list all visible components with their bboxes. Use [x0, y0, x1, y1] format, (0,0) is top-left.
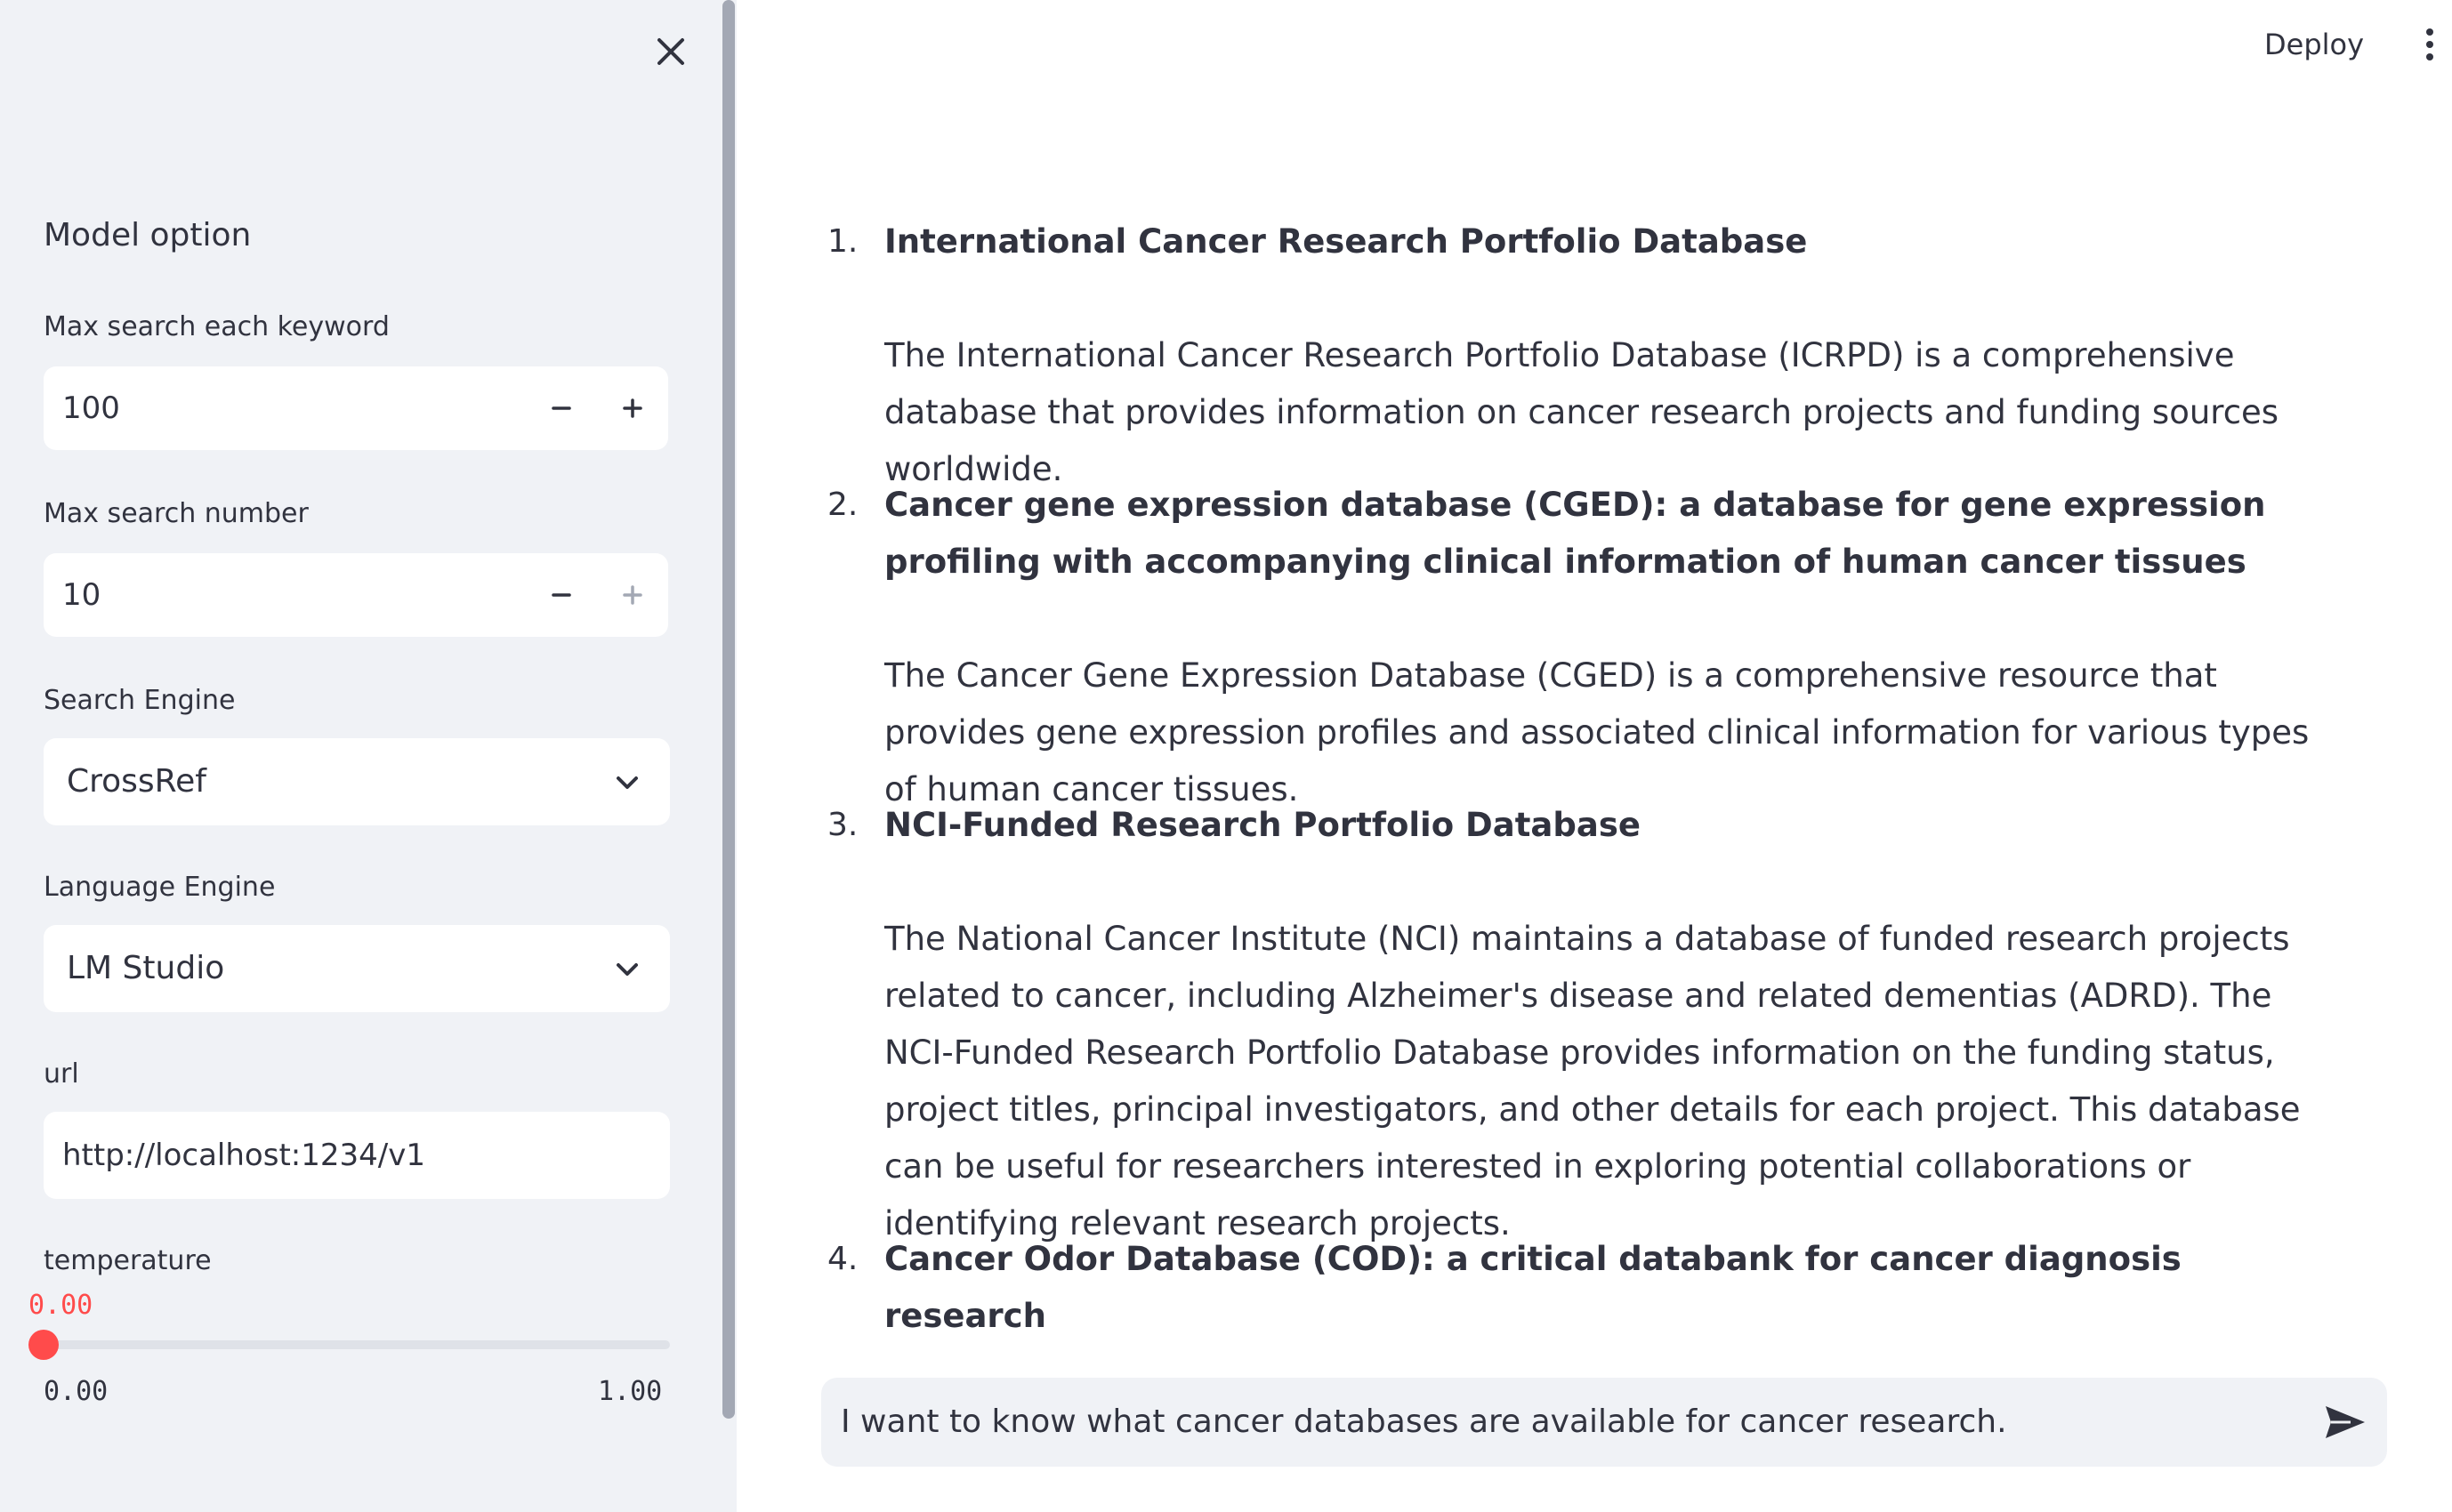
language-engine-value: LM Studio — [67, 950, 225, 986]
url-value: http://localhost:1234/v1 — [62, 1138, 425, 1173]
menu-dot-icon — [2426, 28, 2433, 36]
search-engine-value: CrossRef — [67, 763, 206, 800]
max-search-keyword-label: Max search each keyword — [44, 311, 390, 342]
list-item-description: The Cancer Gene Expression Database (CGE… — [884, 656, 2310, 808]
url-label: url — [44, 1058, 79, 1090]
max-search-number-value: 10 — [62, 577, 101, 613]
max-search-number-label: Max search number — [44, 498, 309, 529]
close-icon — [657, 38, 684, 65]
deploy-button[interactable]: Deploy — [2264, 20, 2364, 69]
chevron-down-icon — [617, 963, 638, 976]
max-search-keyword-increment-button[interactable] — [597, 366, 668, 450]
close-sidebar-button[interactable] — [646, 27, 696, 76]
language-engine-label: Language Engine — [44, 872, 276, 903]
plus-icon — [623, 398, 642, 418]
menu-dot-icon — [2426, 41, 2433, 48]
list-item-title: Cancer Odor Database (COD): a critical d… — [884, 1240, 2182, 1335]
list-item-description: The International Cancer Research Portfo… — [884, 336, 2279, 488]
language-engine-select[interactable]: LM Studio — [44, 925, 670, 1012]
max-search-keyword-value: 100 — [62, 390, 120, 426]
minus-icon — [552, 593, 571, 597]
list-item-number: 3. — [827, 807, 859, 843]
list-item-number: 2. — [827, 487, 859, 523]
sidebar-scrollbar[interactable] — [722, 0, 735, 1419]
temperature-max-label: 1.00 — [598, 1376, 663, 1407]
search-engine-select[interactable]: CrossRef — [44, 738, 670, 825]
max-search-number-input[interactable]: 10 — [44, 553, 668, 637]
max-search-number-increment-button[interactable] — [597, 553, 668, 637]
temperature-slider-thumb[interactable] — [28, 1330, 59, 1360]
search-engine-label: Search Engine — [44, 685, 236, 716]
temperature-current-value: 0.00 — [28, 1290, 93, 1321]
url-input[interactable]: http://localhost:1234/v1 — [44, 1112, 670, 1199]
list-item-number: 4. — [827, 1241, 859, 1277]
list-item-title: International Cancer Research Portfolio … — [884, 222, 1808, 261]
list-item-number: 1. — [827, 223, 859, 260]
menu-dot-icon — [2426, 53, 2433, 60]
chevron-down-icon — [617, 776, 638, 789]
minus-icon — [552, 406, 571, 410]
send-icon — [2326, 1406, 2365, 1438]
sidebar-heading: Model option — [44, 217, 252, 253]
sidebar: Model option Max search each keyword 100… — [0, 0, 737, 1512]
max-search-keyword-input[interactable]: 100 — [44, 366, 668, 450]
send-button[interactable] — [2323, 1401, 2367, 1444]
temperature-slider-track[interactable] — [44, 1340, 670, 1349]
temperature-min-label: 0.00 — [44, 1376, 109, 1407]
chat-input[interactable]: I want to know what cancer databases are… — [821, 1378, 2387, 1467]
max-search-number-decrement-button[interactable] — [526, 553, 597, 637]
chat-input-value: I want to know what cancer databases are… — [841, 1403, 2007, 1440]
list-item-description: The National Cancer Institute (NCI) main… — [884, 920, 2301, 1243]
temperature-label: temperature — [44, 1245, 212, 1276]
list-item-title: NCI-Funded Research Portfolio Database — [884, 806, 1641, 844]
list-item-title: Cancer gene expression database (CGED): … — [884, 486, 2266, 581]
max-search-keyword-decrement-button[interactable] — [526, 366, 597, 450]
main-menu-button[interactable] — [2416, 21, 2443, 68]
plus-icon — [623, 585, 642, 605]
